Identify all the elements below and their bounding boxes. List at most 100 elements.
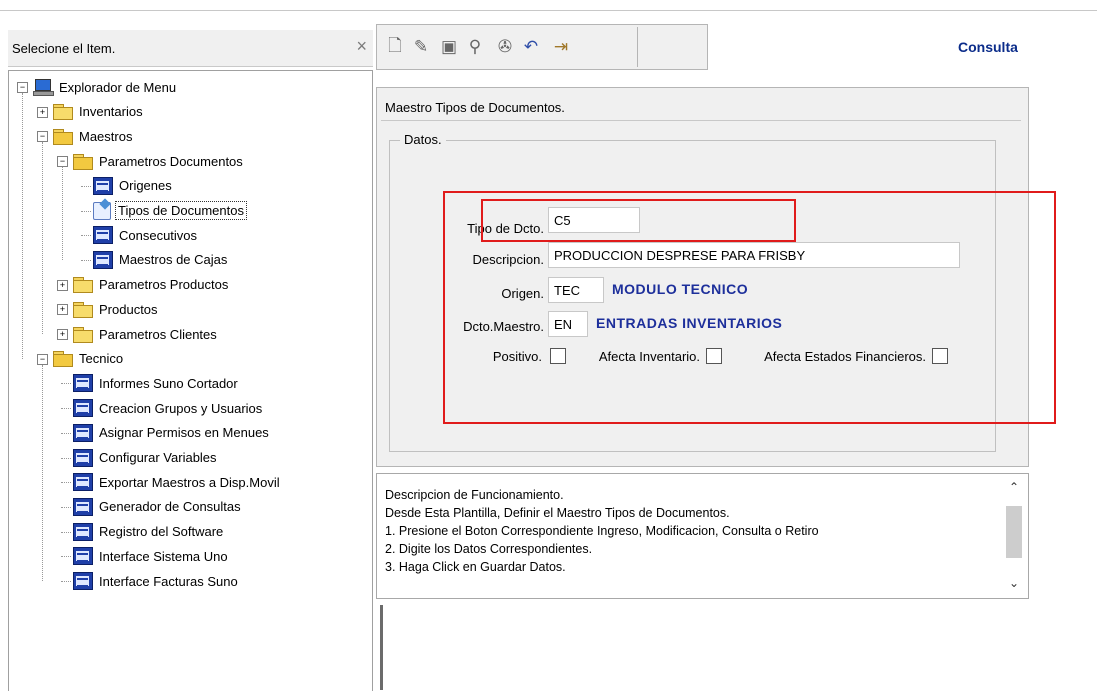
tree-item-label: Origenes: [119, 178, 172, 194]
expand-icon[interactable]: +: [57, 279, 68, 291]
form-icon: [73, 374, 93, 393]
description-line: 1. Presione el Boton Correspondiente Ing…: [385, 524, 819, 538]
tree-connector: [81, 259, 91, 261]
tree-item-label: Informes Suno Cortador: [99, 375, 238, 391]
menu-explorer-panel: Selecione el Item. × Explorador de Menu −…: [8, 30, 373, 691]
tree-item-label: Parametros Clientes: [99, 326, 217, 342]
expand-icon[interactable]: +: [37, 106, 48, 118]
toolbar-separator: [637, 27, 638, 67]
bottom-area: [376, 600, 1097, 690]
tree-connector: [61, 531, 71, 533]
description-line: Desde Esta Plantilla, Definir el Maestro…: [385, 506, 730, 520]
expand-icon[interactable]: +: [57, 329, 68, 340]
tree-connector: [42, 364, 43, 581]
menu-tree[interactable]: Explorador de Menu − Inventarios + Maestros −…: [8, 70, 373, 691]
form-icon: [73, 399, 93, 418]
tree-item[interactable]: Maestros: [53, 124, 134, 148]
tree-item-label: Tecnico: [79, 351, 124, 367]
expand-icon[interactable]: +: [57, 304, 68, 316]
scroll-down-icon[interactable]: ⌄: [1004, 574, 1024, 592]
panel-header: Selecione el Item. ×: [8, 30, 373, 67]
tree-connector: [81, 185, 91, 187]
tree-item[interactable]: Informes Suno Cortador: [73, 371, 240, 395]
tree-item[interactable]: Generador de Consultas: [73, 495, 243, 519]
folder-icon: [53, 104, 73, 121]
tree-connector: [61, 457, 71, 459]
tree-item[interactable]: Interface Facturas Suno: [73, 569, 240, 593]
form-icon: [93, 176, 113, 195]
tree-item[interactable]: Productos: [73, 297, 160, 321]
new-document-icon[interactable]: 🗋: [383, 35, 407, 59]
collapse-icon[interactable]: −: [57, 156, 68, 168]
tree-item[interactable]: Exportar Maestros a Disp.Movil: [73, 470, 282, 494]
close-icon[interactable]: ×: [356, 36, 367, 57]
tree-item[interactable]: Asignar Permisos en Menues: [73, 421, 271, 445]
description-line: 2. Digite los Datos Correspondientes.: [385, 542, 593, 556]
collapse-icon[interactable]: −: [17, 82, 28, 93]
scroll-thumb[interactable]: [1006, 506, 1022, 558]
tree-connector: [42, 142, 43, 334]
tree-item-label: Interface Sistema Uno: [99, 548, 228, 564]
tree-item[interactable]: Tecnico: [53, 347, 125, 371]
computer-icon: [33, 79, 54, 96]
edit-icon[interactable]: ✎: [409, 35, 433, 59]
tree-item[interactable]: Parametros Productos: [73, 273, 230, 297]
tree-item[interactable]: Inventarios: [53, 100, 145, 124]
document-icon: [93, 201, 111, 220]
delete-icon[interactable]: ✇: [493, 35, 517, 59]
folder-icon: [73, 326, 93, 343]
tree-item-label: Maestros de Cajas: [119, 252, 228, 268]
description-textarea[interactable]: Descripcion de Funcionamiento. Desde Est…: [376, 473, 1029, 599]
tree-item-label: Asignar Permisos en Menues: [99, 425, 269, 441]
tree-item-label: Productos: [99, 301, 158, 317]
tree-connector: [61, 506, 71, 508]
tree-item-label: Exportar Maestros a Disp.Movil: [99, 474, 280, 490]
vertical-scrollbar[interactable]: ⌃ ⌄: [1004, 478, 1024, 592]
collapse-icon[interactable]: −: [37, 131, 48, 143]
tree-connector: [61, 556, 71, 558]
splitter[interactable]: [380, 605, 383, 690]
form-icon: [93, 250, 113, 269]
tree-item[interactable]: Parametros Documentos: [73, 149, 245, 173]
tree-item[interactable]: Maestros de Cajas: [93, 248, 229, 272]
tree-item-label: Interface Facturas Suno: [99, 573, 238, 589]
form-icon: [73, 473, 93, 492]
tree-item[interactable]: Interface Sistema Uno: [73, 544, 230, 568]
tree-item-label: Maestros: [79, 128, 133, 144]
tree-item[interactable]: Consecutivos: [93, 223, 199, 247]
form-title: Maestro Tipos de Documentos.: [385, 100, 565, 115]
scroll-up-icon[interactable]: ⌃: [1004, 478, 1024, 496]
form-icon: [73, 547, 93, 566]
panel-title: Selecione el Item.: [12, 41, 116, 56]
mode-label: Consulta: [958, 39, 1018, 55]
undo-icon[interactable]: ↶: [519, 35, 543, 59]
collapse-icon[interactable]: −: [37, 353, 48, 365]
tree-item-label: Parametros Documentos: [99, 153, 243, 169]
tree-item[interactable]: Origenes: [93, 174, 174, 198]
tree-item[interactable]: Tipos de Documentos: [93, 199, 247, 223]
search-icon[interactable]: ⚲: [463, 35, 487, 59]
tree-item[interactable]: Parametros Clientes: [73, 322, 219, 346]
tree-connector: [61, 432, 71, 434]
form-icon: [73, 572, 93, 590]
form-icon: [73, 497, 93, 516]
exit-icon[interactable]: ⇥: [549, 35, 573, 59]
tree-connector: [22, 93, 23, 359]
top-border: [0, 10, 1097, 11]
tree-item-label: Inventarios: [79, 104, 143, 120]
folder-icon: [73, 277, 93, 294]
form-icon: [73, 448, 93, 467]
annotation-highlight-tipo: [481, 199, 796, 242]
save-icon[interactable]: ▣: [437, 35, 461, 59]
tree-item[interactable]: Explorador de Menu: [33, 75, 178, 99]
form-icon: [73, 522, 93, 541]
tree-item[interactable]: Registro del Software: [73, 520, 225, 544]
tree-item[interactable]: Configurar Variables: [73, 446, 219, 470]
tree-connector: [61, 383, 71, 385]
toolbar: 🗋 ✎ ▣ ⚲ ✇ ↶ ⇥: [376, 24, 708, 70]
tree-item-label: Configurar Variables: [99, 450, 217, 465]
tree-item-label: Creacion Grupos y Usuarios: [99, 400, 263, 416]
tree-item-label: Tipos de Documentos: [115, 201, 247, 220]
tree-item[interactable]: Creacion Grupos y Usuarios: [73, 396, 264, 420]
tree-connector: [81, 210, 91, 212]
